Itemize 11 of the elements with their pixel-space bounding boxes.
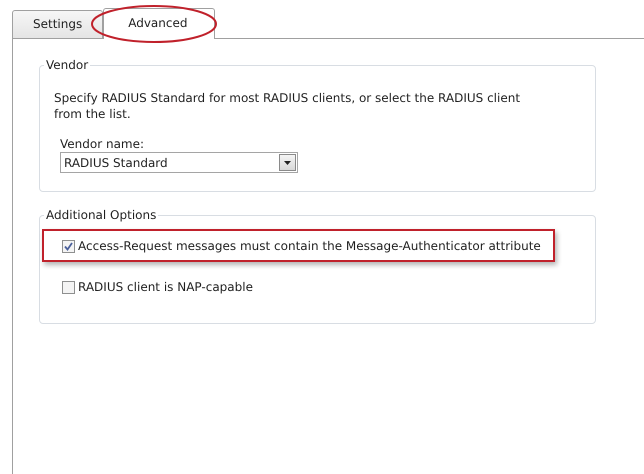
- tab[interactable]: Advanced: [103, 8, 214, 39]
- dropdown-arrow-icon: [284, 160, 291, 164]
- checkbox[interactable]: [62, 281, 75, 294]
- group-legend: Additional Options: [44, 207, 158, 223]
- description-text: Specify RADIUS Standard for most RADIUS clients, or select the RADIUS client from the list.: [53, 90, 522, 122]
- checkbox[interactable]: [62, 240, 75, 253]
- field-label: Vendor name:: [60, 137, 146, 152]
- checkbox-label[interactable]: RADIUS client is NAP-capable: [78, 279, 253, 295]
- tab[interactable]: Settings: [12, 10, 104, 38]
- vendor-dropdown[interactable]: RADIUS Standard: [60, 152, 298, 173]
- checkbox-label[interactable]: Access-Request messages must contain the Message-Authenticator attribute: [78, 238, 541, 254]
